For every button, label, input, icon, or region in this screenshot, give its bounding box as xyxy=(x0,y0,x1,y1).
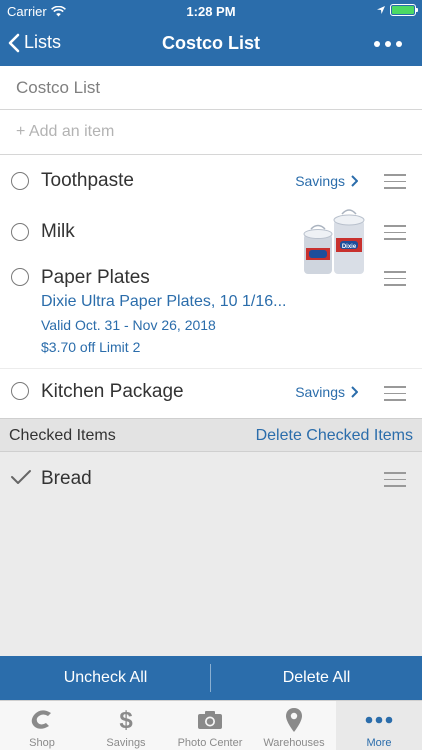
list-name-field[interactable]: Costco List xyxy=(16,78,100,98)
item-checkbox[interactable] xyxy=(11,268,29,286)
tab-warehouses[interactable]: Warehouses xyxy=(252,701,336,750)
tab-label: Shop xyxy=(29,737,55,749)
item-label: Milk xyxy=(41,221,75,242)
nav-bar: Lists Costco List xyxy=(0,22,422,66)
drag-handle-icon[interactable] xyxy=(384,174,406,194)
location-pin-icon xyxy=(286,708,302,732)
tab-bar: Shop $ Savings Photo Center Warehouses M… xyxy=(0,700,422,750)
deal-valid-dates: Valid Oct. 31 - Nov 26, 2018 xyxy=(41,317,216,333)
product-image[interactable]: Dixie xyxy=(298,208,384,278)
delete-checked-button[interactable]: Delete Checked Items xyxy=(256,427,413,445)
savings-link[interactable]: Savings xyxy=(295,173,358,189)
costco-c-icon xyxy=(31,710,51,729)
camera-icon xyxy=(198,711,222,729)
status-time: 1:28 PM xyxy=(186,4,236,19)
status-bar: Carrier 1:28 PM xyxy=(0,0,422,22)
item-label: Kitchen Package xyxy=(41,381,184,402)
item-label: Paper Plates xyxy=(41,267,150,288)
tab-label: Savings xyxy=(106,737,146,749)
tab-shop[interactable]: Shop xyxy=(0,701,84,750)
item-label: Toothpaste xyxy=(41,170,134,191)
status-right xyxy=(376,4,418,16)
dollar-icon: $ xyxy=(119,707,133,733)
tab-more[interactable]: More xyxy=(336,701,422,750)
deal-title-link[interactable]: Dixie Ultra Paper Plates, 10 1/16... xyxy=(41,293,286,311)
more-dots-icon xyxy=(374,41,380,47)
divider xyxy=(0,109,422,110)
svg-text:$: $ xyxy=(119,707,133,733)
savings-label: Savings xyxy=(295,384,345,400)
list-item[interactable]: Toothpaste Savings xyxy=(0,154,422,206)
location-arrow-icon xyxy=(377,6,385,14)
more-dots-icon xyxy=(365,716,393,724)
item-checkbox[interactable] xyxy=(11,172,29,190)
item-label: Bread xyxy=(41,468,92,489)
delete-all-button[interactable]: Delete All xyxy=(211,656,422,700)
item-checkbox[interactable] xyxy=(11,223,29,241)
chevron-right-icon xyxy=(351,175,358,187)
uncheck-all-button[interactable]: Uncheck All xyxy=(0,656,211,700)
checkmark-icon[interactable] xyxy=(10,469,32,485)
tab-savings[interactable]: $ Savings xyxy=(84,701,168,750)
page-title: Costco List xyxy=(161,33,260,53)
tab-label: Photo Center xyxy=(177,737,243,749)
chevron-right-icon xyxy=(351,386,358,398)
product-brand-logo: Dixie xyxy=(342,244,357,250)
drag-handle-icon[interactable] xyxy=(384,225,406,245)
savings-label: Savings xyxy=(295,173,345,189)
item-checkbox[interactable] xyxy=(11,382,29,400)
tab-photo-center[interactable]: Photo Center xyxy=(168,701,252,750)
savings-link[interactable]: Savings xyxy=(295,384,358,400)
deal-offer: $3.70 off Limit 2 xyxy=(41,339,141,355)
top-bar: Carrier 1:28 PM Lists Costco List xyxy=(0,0,422,66)
list-item[interactable]: Kitchen Package Savings xyxy=(0,366,422,418)
drag-handle-icon[interactable] xyxy=(384,386,406,406)
action-bar: Uncheck All Delete All xyxy=(0,656,422,700)
more-options-button[interactable] xyxy=(374,41,402,47)
drag-handle-icon[interactable] xyxy=(384,271,406,291)
battery-icon xyxy=(390,4,418,16)
checked-items-title: Checked Items xyxy=(9,427,116,444)
tab-label: More xyxy=(366,737,392,749)
drag-handle-icon[interactable] xyxy=(384,472,406,492)
checked-list-item[interactable]: Bread xyxy=(0,453,422,503)
checked-items-header: Checked Items Delete Checked Items xyxy=(0,418,422,452)
add-item-input[interactable]: + Add an item xyxy=(16,123,114,141)
tab-label: Warehouses xyxy=(263,737,325,749)
